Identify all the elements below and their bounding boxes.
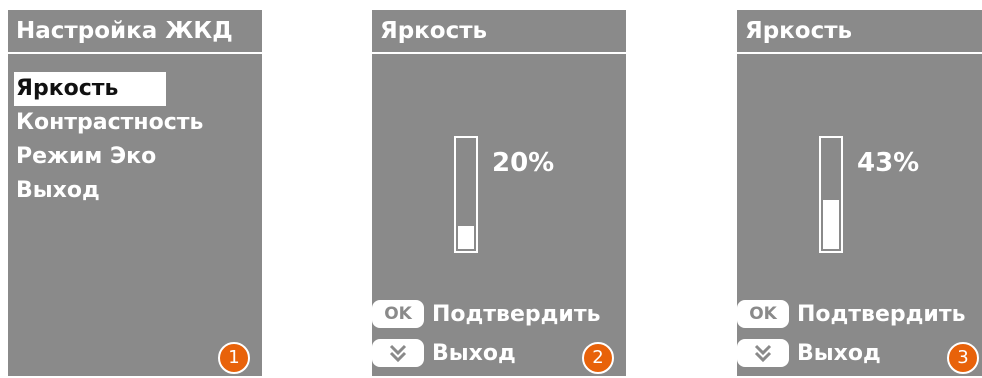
double-chevron-down-icon[interactable] xyxy=(737,339,789,367)
brightness-screen-20: Яркость 20% OK Подтвердить Выход 2 xyxy=(372,10,626,376)
exit-hint[interactable]: Выход xyxy=(372,338,516,368)
title-divider xyxy=(8,52,262,54)
menu-item-exit[interactable]: Выход xyxy=(16,174,203,208)
menu-item-eco-mode[interactable]: Режим Эко xyxy=(16,140,203,174)
screen-title: Яркость xyxy=(745,18,853,44)
exit-label: Выход xyxy=(797,340,881,366)
brightness-screen-43: Яркость 43% OK Подтвердить Выход 3 xyxy=(737,10,982,376)
exit-label: Выход xyxy=(432,340,516,366)
exit-hint[interactable]: Выход xyxy=(737,338,881,368)
menu-item-brightness[interactable]: Яркость xyxy=(14,72,166,106)
confirm-label: Подтвердить xyxy=(797,301,966,327)
brightness-level-fill xyxy=(823,200,839,249)
ok-key-icon[interactable]: OK xyxy=(372,300,424,328)
step-badge: 3 xyxy=(947,342,979,374)
screen-title: Настройка ЖКД xyxy=(16,18,233,44)
brightness-level-fill xyxy=(458,226,474,249)
confirm-hint[interactable]: OK Подтвердить xyxy=(737,299,965,329)
lcd-settings-screen: Настройка ЖКД Яркость Контрастность Режи… xyxy=(8,10,262,376)
title-divider xyxy=(372,52,626,54)
brightness-level-bar[interactable] xyxy=(454,136,478,253)
confirm-label: Подтвердить xyxy=(432,301,601,327)
brightness-level-bar[interactable] xyxy=(819,136,843,253)
step-badge: 1 xyxy=(218,342,250,374)
step-badge: 2 xyxy=(582,342,614,374)
ok-key-icon[interactable]: OK xyxy=(737,300,789,328)
title-divider xyxy=(737,52,982,54)
menu-item-contrast[interactable]: Контрастность xyxy=(16,106,203,140)
brightness-percent: 20% xyxy=(492,148,555,178)
brightness-percent: 43% xyxy=(857,148,920,178)
double-chevron-down-icon[interactable] xyxy=(372,339,424,367)
settings-menu: Яркость Контрастность Режим Эко Выход xyxy=(14,72,203,208)
screen-title: Яркость xyxy=(380,18,488,44)
confirm-hint[interactable]: OK Подтвердить xyxy=(372,299,600,329)
